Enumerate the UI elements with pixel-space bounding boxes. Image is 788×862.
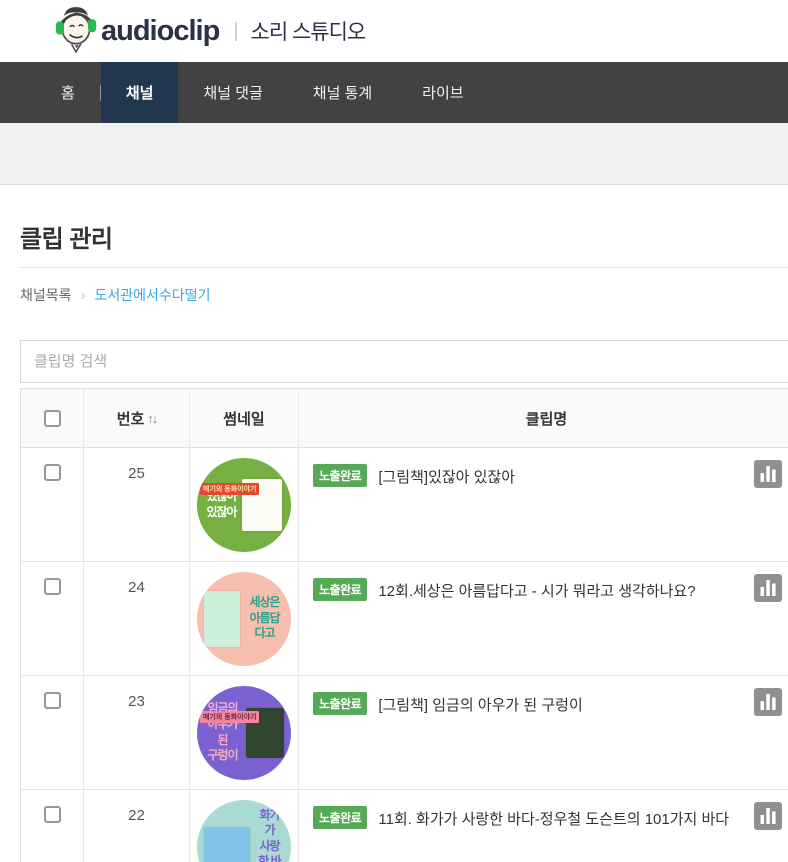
- sort-arrows-icon[interactable]: ↑↓: [147, 411, 158, 426]
- thumbnail-text-line: 세상은: [249, 595, 280, 610]
- thumbnail-title-text: 화가가사랑한 바다: [255, 808, 284, 862]
- nav-item-label: 채널 통계: [312, 85, 373, 102]
- thumbnail-text-line: 사랑한 바다: [258, 838, 281, 862]
- nav-item-label: 라이브: [422, 85, 464, 102]
- title-divider: [20, 267, 788, 268]
- status-badge: 노출완료: [313, 464, 368, 487]
- sub-nav-band: [0, 123, 788, 185]
- book-cover-image: [204, 590, 240, 647]
- row-checkbox[interactable]: [43, 692, 61, 709]
- nav-item-4[interactable]: 라이브: [397, 62, 488, 123]
- table-row: 22 화가가사랑한 바다 노출완료 11회. 화가가 사랑한 바다-정우철 도슨…: [21, 790, 788, 862]
- row-thumbnail-cell: 세상은 아름답다고: [189, 562, 298, 675]
- row-checkbox-cell: [21, 448, 83, 561]
- clip-thumbnail[interactable]: 매기의 동화이야기 있잖아 있잖아: [197, 457, 291, 552]
- row-number: 22: [83, 790, 189, 862]
- table-body: 25 매기의 동화이야기 있잖아 있잖아 노출완료 [그림책]있잖아 있잖아 24 …: [21, 448, 788, 862]
- stats-button[interactable]: [754, 574, 782, 602]
- clip-title[interactable]: 11회. 화가가 사랑한 바다-정우철 도슨트의 101가지 바다: [378, 811, 729, 828]
- brand-separator: |: [233, 19, 239, 42]
- row-clip-name-cell: 노출완료 12회.세상은 아름답다고 - 시가 뭐라고 생각하나요?: [298, 562, 788, 675]
- breadcrumb-current-channel-link[interactable]: 도서관에서수다떨기: [95, 285, 211, 305]
- nav-item-label: 채널 댓글: [203, 85, 263, 102]
- thumbnail-text-line: 아름답다고: [249, 610, 280, 641]
- stats-button[interactable]: [754, 460, 782, 488]
- bar-chart-icon: [760, 580, 776, 596]
- clip-table: 번호 ↑↓ 썸네일 클립명 25 매기의 동화이야기 있잖아 있잖아 노출완료 [그…: [20, 388, 788, 862]
- status-badge: 노출완료: [313, 806, 368, 829]
- nav-item-1[interactable]: 채널: [100, 62, 179, 123]
- clip-thumbnail[interactable]: 매기의 동화이야기 임금의 아우가 된 구렁이: [197, 685, 291, 780]
- thumbnail-title-text: 세상은 아름답다고: [245, 595, 284, 642]
- row-checkbox[interactable]: [43, 578, 61, 595]
- row-checkbox-cell: [21, 676, 83, 789]
- header-checkbox-cell: [21, 389, 83, 447]
- thumbnail-text-line: 구렁이: [207, 748, 238, 763]
- audioclip-logo[interactable]: audioclip | 소리 스튜디오: [55, 7, 367, 53]
- status-badge: 노출완료: [313, 578, 368, 601]
- column-header-clip-name: 클립명: [298, 389, 788, 447]
- column-header-number[interactable]: 번호 ↑↓: [83, 389, 189, 447]
- table-row: 24 세상은 아름답다고 노출완료 12회.세상은 아름답다고 - 시가 뭐라고 …: [21, 562, 788, 676]
- brand-name: audioclip: [101, 14, 220, 47]
- stats-button[interactable]: [754, 802, 782, 830]
- breadcrumb: 채널목록 › 도서관에서수다떨기: [20, 285, 788, 305]
- row-checkbox[interactable]: [43, 806, 61, 823]
- breadcrumb-channel-list-link[interactable]: 채널목록: [20, 285, 72, 305]
- thumbnail-text-line: 있잖아: [206, 504, 237, 519]
- site-header: audioclip | 소리 스튜디오: [0, 0, 788, 62]
- row-thumbnail-cell: 매기의 동화이야기 임금의 아우가 된 구렁이: [189, 676, 298, 789]
- row-checkbox[interactable]: [43, 464, 61, 481]
- table-row: 23 매기의 동화이야기 임금의 아우가 된 구렁이 노출완료 [그림책] 임금의 아…: [21, 676, 788, 790]
- row-thumbnail-cell: 매기의 동화이야기 있잖아 있잖아: [189, 448, 298, 561]
- thumbnail-text-line: 화가가: [259, 807, 280, 838]
- table-row: 25 매기의 동화이야기 있잖아 있잖아 노출완료 [그림책]있잖아 있잖아: [21, 448, 788, 562]
- status-badge: 노출완료: [313, 692, 368, 715]
- brand-subtitle: 소리 스튜디오: [250, 21, 367, 44]
- headphone-character-icon: [55, 7, 97, 53]
- nav-item-0[interactable]: 홈: [36, 62, 100, 123]
- row-clip-name-cell: 노출완료 [그림책] 임금의 아우가 된 구렁이: [298, 676, 788, 789]
- row-thumbnail-cell: 화가가사랑한 바다: [189, 790, 298, 862]
- chevron-right-icon: ›: [80, 286, 86, 304]
- bar-chart-icon: [760, 808, 776, 824]
- nav-item-2[interactable]: 채널 댓글: [178, 62, 287, 123]
- row-clip-name-cell: 노출완료 11회. 화가가 사랑한 바다-정우철 도슨트의 101가지 바다: [298, 790, 788, 862]
- select-all-checkbox[interactable]: [43, 409, 61, 427]
- clip-title[interactable]: 12회.세상은 아름답다고 - 시가 뭐라고 생각하나요?: [378, 583, 695, 600]
- nav-item-label: 홈: [61, 85, 75, 102]
- book-cover-image: [204, 826, 250, 862]
- stats-button[interactable]: [754, 688, 782, 716]
- bar-chart-icon: [760, 694, 776, 710]
- main-nav: 홈 채널 채널 댓글 채널 통계 라이브: [0, 62, 788, 123]
- nav-item-label: 채널: [125, 85, 154, 102]
- clip-search-input[interactable]: [20, 340, 788, 383]
- clip-title[interactable]: [그림책] 임금의 아우가 된 구렁이: [378, 697, 582, 714]
- page-title: 클립 관리: [20, 226, 113, 253]
- clip-thumbnail[interactable]: 화가가사랑한 바다: [197, 799, 291, 862]
- row-number: 24: [83, 562, 189, 675]
- row-checkbox-cell: [21, 562, 83, 675]
- number-header-label: 번호: [116, 410, 145, 428]
- column-header-thumbnail: 썸네일: [189, 389, 298, 447]
- row-checkbox-cell: [21, 790, 83, 862]
- bar-chart-icon: [760, 466, 776, 482]
- row-number: 25: [83, 448, 189, 561]
- clip-thumbnail[interactable]: 세상은 아름답다고: [197, 571, 291, 666]
- thumbnail-series-label: 매기의 동화이야기: [200, 710, 260, 723]
- row-clip-name-cell: 노출완료 [그림책]있잖아 있잖아: [298, 448, 788, 561]
- table-header-row: 번호 ↑↓ 썸네일 클립명: [21, 389, 788, 448]
- clip-title[interactable]: [그림책]있잖아 있잖아: [378, 469, 515, 486]
- row-number: 23: [83, 676, 189, 789]
- thumbnail-series-label: 매기의 동화이야기: [200, 482, 260, 495]
- main-content: 클립 관리 채널목록 › 도서관에서수다떨기 번호 ↑↓ 썸네일 클립명 25 …: [0, 219, 788, 862]
- nav-item-3[interactable]: 채널 통계: [288, 62, 397, 123]
